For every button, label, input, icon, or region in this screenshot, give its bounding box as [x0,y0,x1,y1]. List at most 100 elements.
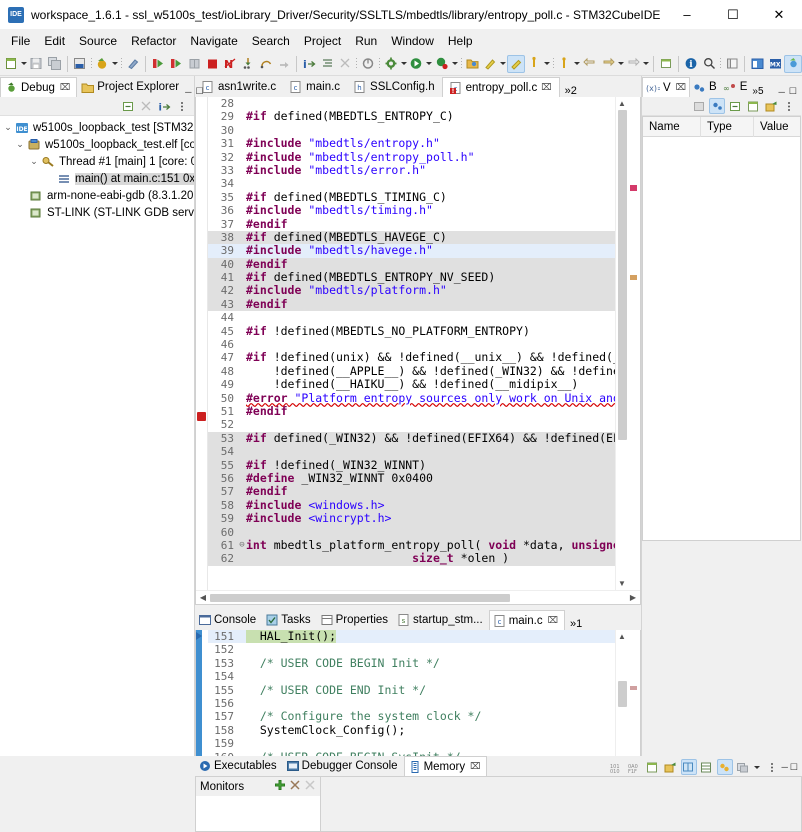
link-icon[interactable] [716,759,733,775]
tab-executables[interactable]: Executables [195,756,283,776]
console-code-line[interactable]: 157 /* Configure the system clock */ [208,710,615,724]
new-expression-icon[interactable] [745,98,761,114]
pin-dropdown[interactable] [643,55,651,73]
import-icon[interactable] [663,759,679,775]
console-code-line[interactable]: 152 [208,643,615,656]
highlight-dropdown[interactable] [500,55,508,73]
debug-icon[interactable] [94,55,112,73]
forward-icon[interactable] [599,55,617,73]
disconnect-icon[interactable]: N [221,55,239,73]
editor-horizontal-scrollbar[interactable]: ◀ ▶ [196,590,640,604]
code-line[interactable]: 56 #define _WIN32_WINNT 0x0400 [208,471,615,486]
column-header-name[interactable]: Name [643,116,701,137]
editor-tab-sslconfig[interactable]: h SSLConfig.h [347,77,442,97]
tab-debug-close[interactable]: ⌧ [60,82,70,93]
pin-icon[interactable] [625,55,643,73]
code-line[interactable]: 51 #endif [208,404,615,418]
code-line[interactable]: 46 [208,338,615,351]
editor-tab-close[interactable]: ⌧ [541,82,551,93]
code-line[interactable]: 58 #include <windows.h> [208,498,615,513]
twisty-icon[interactable]: ⌄ [28,156,40,167]
tab-main-c-close[interactable]: ⌧ [548,615,558,626]
minimize-button[interactable]: – [664,0,710,30]
code-line[interactable]: 41 #if defined(MBEDTLS_ENTROPY_NV_SEED) [208,270,615,285]
scroll-down-icon[interactable]: ▼ [616,577,628,590]
column-header-value[interactable]: Value [754,117,800,137]
menu-edit[interactable]: Edit [37,32,72,50]
console-code-line[interactable]: 159 [208,737,615,750]
code-line[interactable]: 34 [208,177,615,190]
collapse-all-icon[interactable] [120,98,136,114]
code-line[interactable]: 61 ⊖ int mbedtls_platform_entropy_poll( vo… [208,538,615,553]
code-line[interactable]: 59 #include <wincrypt.h> [208,511,615,526]
editor-tab-asn1write[interactable]: c asn1write.c [195,77,283,97]
build-config-dropdown[interactable] [400,55,408,73]
debug-tree[interactable]: ⌄ IDE w5100s_loopback_test [STM32 Cortex… [0,116,194,832]
code-line[interactable]: 54 [208,445,615,459]
new-file-icon[interactable] [2,55,20,73]
step-over-icon[interactable] [257,55,275,73]
open-perspective-icon[interactable] [723,55,741,73]
hscroll-thumb[interactable] [210,593,510,602]
scroll-up-icon[interactable]: ▲ [616,97,628,110]
layout-icon[interactable] [691,98,707,114]
console-scroll-up-icon[interactable]: ▲ [616,630,628,643]
vscroll-track[interactable] [616,110,628,577]
code-line[interactable]: 44 [208,311,615,324]
console-more-tabs[interactable]: »1 [565,618,587,630]
console-code-line[interactable]: 156 [208,697,615,710]
pin-memory-icon[interactable] [735,759,751,775]
tab-variables[interactable]: (x)= V ⌧ [642,77,691,97]
tab-variables-close[interactable]: ⌧ [676,82,686,93]
build-icon[interactable] [71,55,89,73]
ascii-icon[interactable]: 101 010 [609,759,625,775]
editor-tab-main[interactable]: c main.c [283,77,347,97]
editor-overview-ruler[interactable] [628,97,640,590]
save-all-icon[interactable] [46,55,64,73]
show-type-names-icon[interactable] [709,98,725,114]
code-line[interactable]: 49 !defined(__HAIKU__) && !defined(__mid… [208,378,615,392]
launch-dropdown[interactable] [426,55,434,73]
editor-vertical-scrollbar[interactable]: ▲ ▼ [615,97,628,590]
annotation-icon[interactable] [525,55,543,73]
collapse-icon[interactable] [318,55,336,73]
save-icon[interactable] [28,55,46,73]
export-icon[interactable] [763,98,779,114]
code-line[interactable]: 57 #endif [208,485,615,499]
step-into-view-icon[interactable]: i [156,98,172,114]
minimize-variables-icon[interactable]: ─ [779,87,785,97]
hex-icon[interactable]: 0A0 F1F [627,759,643,775]
console-code-line[interactable]: 155 /* USER CODE END Init */ [208,683,615,697]
tab-properties[interactable]: Properties [316,610,395,630]
remove-all-monitors-icon[interactable] [304,779,316,794]
maximize-memory-icon[interactable]: ☐ [790,762,798,773]
menu-run[interactable]: Run [348,32,384,50]
c-cpp-perspective-icon[interactable] [748,55,766,73]
view-menu-icon[interactable] [174,98,190,114]
disconnect-all-icon[interactable] [138,98,154,114]
maximize-variables-icon[interactable]: ☐ [789,86,797,97]
remove-monitor-icon[interactable] [289,779,301,794]
code-line[interactable]: 33 #include "mbedtls/error.h" [208,163,615,177]
scroll-right-icon[interactable]: ▶ [626,593,640,602]
code-editor-area[interactable]: 28 29 #if defined(MBEDTLS_ENTROPY_C) 30 31 #i… [196,97,640,590]
variables-table[interactable]: Name Type Value [642,116,801,541]
annotation-dropdown[interactable] [543,55,551,73]
error-marker-icon[interactable] [197,412,206,421]
next-annotation-dropdown[interactable] [574,55,582,73]
code-line[interactable]: 38 #if defined(MBEDTLS_HAVEGE_C) [208,230,615,245]
menu-search[interactable]: Search [245,32,297,50]
menu-refactor[interactable]: Refactor [124,32,183,50]
instruction-stepping-icon[interactable]: i [300,55,318,73]
tab-main-c[interactable]: c main.c ⌧ [488,610,565,630]
tree-row[interactable]: ST-LINK (ST-LINK GDB server) [0,204,194,221]
skip-breakpoints-icon[interactable] [359,55,377,73]
menu-navigate[interactable]: Navigate [183,32,244,50]
code-line[interactable]: 52 [208,418,615,431]
forward-dropdown[interactable] [617,55,625,73]
code-line[interactable]: 31 #include "mbedtls/entropy.h" [208,136,615,150]
info-icon[interactable]: i [682,55,700,73]
minimize-view-icon[interactable]: ─ [185,87,191,97]
variables-more-tabs[interactable]: »5 [750,86,765,97]
new-file-dropdown[interactable] [20,55,28,73]
